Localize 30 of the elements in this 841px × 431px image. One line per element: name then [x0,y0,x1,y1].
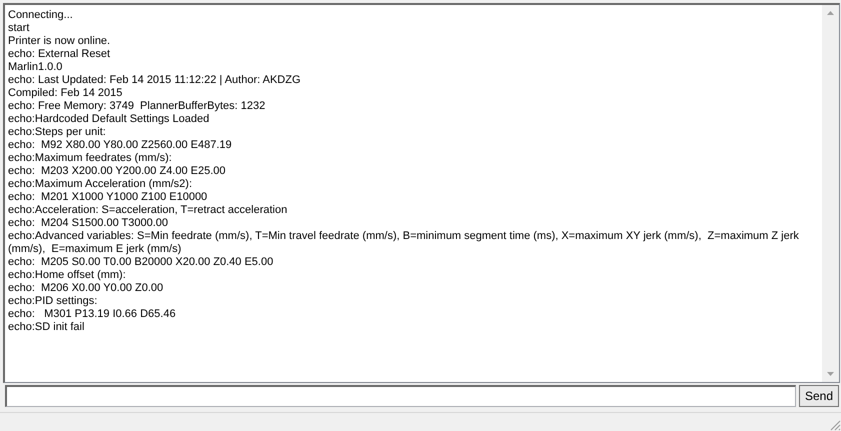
command-input[interactable] [5,385,796,407]
log-line: echo:SD init fail [8,321,86,334]
log-line: echo: M92 X80.00 Y80.00 Z2560.00 E487.19 [8,139,233,152]
log-line: echo:Maximum Acceleration (mm/s2): [8,178,193,191]
log-line: echo: M201 X1000 Y1000 Z100 E10000 [8,191,208,204]
log-line: echo: M203 X200.00 Y200.00 Z4.00 E25.00 [8,165,227,178]
resize-grip-icon[interactable] [830,420,841,431]
log-line: echo:Hardcoded Default Settings Loaded [8,113,210,126]
scroll-down-arrow-icon[interactable] [827,372,834,376]
log-line: echo:Steps per unit: [8,126,107,139]
log-line: echo: M301 P13.19 I0.66 D65.46 [8,308,177,321]
log-line: echo: Free Memory: 3749 PlannerBufferBytes: 1232 [8,100,266,113]
scroll-up-arrow-icon[interactable] [827,11,834,15]
log-line: Compiled: Feb 14 2015 [8,87,124,100]
log-line: echo: Last Updated: Feb 14 2015 11:12:22 | Author: AKDZG [8,74,302,87]
scrollbar[interactable] [822,5,839,382]
log-line: echo: M206 X0.00 Y0.00 Z0.00 [8,282,164,295]
log-line: Printer is now online. [8,35,112,48]
log-line: start [8,22,30,35]
log-line: Connecting... [8,9,74,22]
log-line: echo:Maximum feedrates (mm/s): [8,152,173,165]
log-line: echo: M205 S0.00 T0.00 B20000 X20.00 Z0.40 E5.00 [8,256,274,269]
log-line: echo: External Reset [8,48,112,61]
log-line: Marlin1.0.0 [8,61,64,74]
log-line: echo:Home offset (mm): [8,269,127,282]
log-line: echo:Acceleration: S=acceleration, T=retract acceleration [8,204,288,217]
log-line: echo: M204 S1500.00 T3000.00 [8,217,170,230]
send-button[interactable]: Send [799,385,839,407]
log-line: echo:Advanced variables: S=Min feedrate (mm/s), T=Min travel feedrate (mm/s), B=minimum segment time (ms), X=maximum XY jerk (mm/s), Z=maximum Z jerk (mm/s), E=maximum E jerk (mm/s) [8,230,800,256]
log-line: echo:PID settings: [8,295,98,308]
